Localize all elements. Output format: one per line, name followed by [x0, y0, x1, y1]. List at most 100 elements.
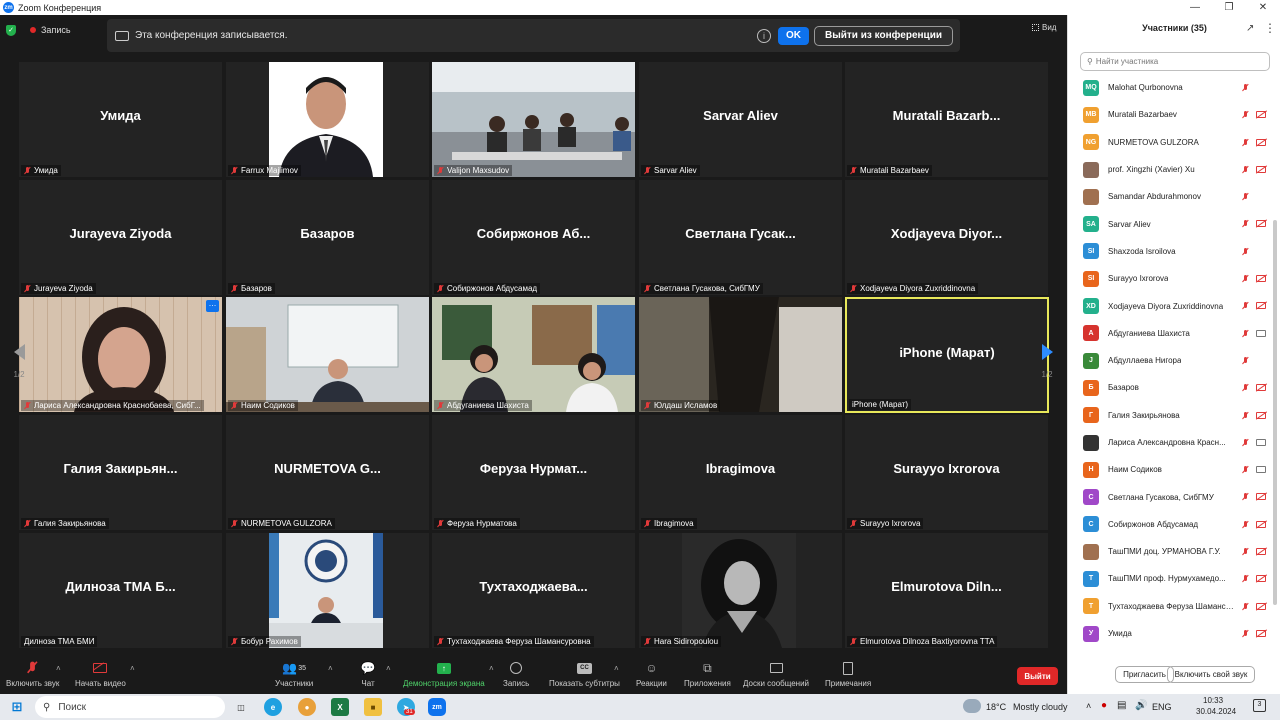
video-tile[interactable]: Дилноза ТМА Б... Дилноза ТМА БМИ	[19, 533, 222, 648]
video-tile[interactable]: Xodjayeva Diyor... Xodjayeva Diyora Zuxr…	[845, 180, 1048, 295]
video-tile-active-speaker[interactable]: iPhone (Марат) iPhone (Марат)	[845, 297, 1049, 413]
participant-row[interactable]: J Абдуллаева Нигора	[1068, 347, 1273, 374]
unmute-button[interactable]: Включить звук	[6, 660, 59, 694]
task-view-icon[interactable]: ◫	[232, 698, 250, 716]
ok-button[interactable]: OK	[778, 26, 809, 45]
participant-row[interactable]: Г Галия Закирьянова	[1068, 402, 1273, 429]
tray-chevron-icon[interactable]: ˄	[1086, 701, 1091, 711]
participant-row[interactable]: С Собиржонов Абдусамад	[1068, 511, 1273, 538]
edge-browser-icon[interactable]: e	[264, 698, 282, 716]
file-explorer-icon[interactable]: ■	[364, 698, 382, 716]
captions-caret-icon[interactable]: ˄	[614, 664, 619, 673]
video-tile[interactable]: Собиржонов Аб... Собиржонов Абдусамад	[432, 180, 635, 295]
video-tile[interactable]: Farrux Majlimov	[226, 62, 429, 177]
zoom-taskbar-icon[interactable]: zm	[428, 698, 446, 716]
participant-row[interactable]: SI Surayyo Ixrorova	[1068, 265, 1273, 292]
page-indicator-right: 1/2	[1041, 369, 1053, 379]
video-tile[interactable]: Muratali Bazarb... Muratali Bazarbaev	[845, 62, 1048, 177]
participants-caret-icon[interactable]: ˄	[328, 664, 333, 673]
network-icon[interactable]: ▤	[1117, 700, 1126, 711]
share-caret-icon[interactable]: ˄	[489, 664, 494, 673]
chat-button[interactable]: 💬 Чат	[360, 660, 376, 694]
participant-row[interactable]: Н Наим Содиков	[1068, 456, 1273, 483]
participant-row[interactable]: Т ТашПМИ проф. Нурмухамедо...	[1068, 565, 1273, 592]
language-indicator[interactable]: ENG	[1152, 702, 1172, 712]
video-tile[interactable]: Бобур Рахимов	[226, 533, 429, 648]
audio-options-caret-icon[interactable]: ˄	[56, 664, 61, 673]
participant-row[interactable]: MB Muratali Bazarbaev	[1068, 101, 1273, 128]
notifications-icon[interactable]: 3	[1253, 699, 1266, 712]
unmute-me-button[interactable]: Включить свой звук	[1167, 666, 1255, 683]
whiteboards-button[interactable]: Доски сообщений	[743, 660, 809, 694]
excel-icon[interactable]: X	[331, 698, 349, 716]
video-tile[interactable]: Hara Sidiropoulou	[639, 533, 842, 648]
pop-out-icon[interactable]: ↗	[1246, 23, 1254, 34]
leave-meeting-button[interactable]: Выйти	[1017, 667, 1058, 685]
participant-row[interactable]: Samandar Abdurahmonov	[1068, 183, 1273, 210]
video-tile[interactable]: Умида Умида	[19, 62, 222, 177]
reactions-button[interactable]: ☺ Реакции	[636, 660, 667, 694]
video-tile[interactable]: Ibragimova Ibragimova	[639, 415, 842, 530]
taskbar-search-box[interactable]: ⚲ Поиск	[35, 696, 225, 718]
apps-button[interactable]: ⧉ Приложения	[684, 660, 731, 694]
start-windows-icon[interactable]: ⊞	[8, 698, 26, 716]
zoom-logo-icon: zm	[3, 2, 14, 13]
video-tile[interactable]: Valijon Maxsudov	[432, 62, 635, 177]
tile-label-text: Базаров	[241, 284, 272, 293]
participant-row[interactable]: ТашПМИ доц. УРМАНОВА Г.У.	[1068, 538, 1273, 565]
participant-row[interactable]: С Светлана Гусакова, СибГМУ	[1068, 483, 1273, 510]
video-tile[interactable]: Sarvar Aliev Sarvar Aliev	[639, 62, 842, 177]
panel-scrollbar[interactable]	[1273, 220, 1277, 605]
video-tile[interactable]: NURMETOVA G... NURMETOVA GULZORA	[226, 415, 429, 530]
participant-row[interactable]: Т Тухтаходжаева Феруза Шамансур...	[1068, 593, 1273, 620]
video-tile[interactable]: Абдуганиева Шахиста	[432, 297, 635, 412]
participant-row[interactable]: А Абдуганиева Шахиста	[1068, 320, 1273, 347]
more-options-icon[interactable]: …	[206, 300, 219, 312]
info-icon[interactable]: i	[757, 28, 771, 43]
video-tile[interactable]: … Лариса Александровна Краснобаева, СибГ…	[19, 297, 222, 412]
next-page-button[interactable]: 1/2	[1036, 331, 1058, 391]
participant-row[interactable]: NG NURMETOVA GULZORA	[1068, 129, 1273, 156]
video-tile[interactable]: Феруза Нурмат... Феруза Нурматова	[432, 415, 635, 530]
participant-row[interactable]: Б Базаров	[1068, 374, 1273, 401]
previous-page-button[interactable]: 1/2	[8, 331, 30, 391]
volume-icon[interactable]: 🔊	[1135, 700, 1147, 711]
video-tile[interactable]: Светлана Гусак... Светлана Гусакова, Сиб…	[639, 180, 842, 295]
notes-button[interactable]: Примечания	[825, 660, 871, 694]
participant-row[interactable]: Лариса Александровна Красн...	[1068, 429, 1273, 456]
share-screen-button[interactable]: ↑ Демонстрация экрана	[403, 660, 485, 694]
video-tile[interactable]: Юлдаш Исламов	[639, 297, 842, 412]
participant-row[interactable]: SI Shaxzoda Isroilova	[1068, 238, 1273, 265]
video-tile[interactable]: Галия Закирьян... Галия Закирьянова	[19, 415, 222, 530]
video-tile[interactable]: Jurayeva Ziyoda Jurayeva Ziyoda	[19, 180, 222, 295]
chat-caret-icon[interactable]: ˄	[386, 664, 391, 673]
participant-search-input[interactable]: ⚲ Найти участника	[1080, 52, 1270, 71]
leave-meeting-banner-button[interactable]: Выйти из конференции	[814, 25, 953, 46]
close-icon[interactable]: ✕	[1246, 0, 1280, 15]
panel-more-icon[interactable]: ⋮	[1264, 21, 1276, 35]
participant-row[interactable]: У Умида	[1068, 620, 1273, 647]
participant-row[interactable]: MQ Malohat Qurbonovna	[1068, 74, 1273, 101]
video-options-caret-icon[interactable]: ˄	[130, 664, 135, 673]
video-tile[interactable]: Elmurotova Diln... Elmurotova Dilnoza Ba…	[845, 533, 1048, 648]
show-captions-button[interactable]: CC Показать субтитры	[549, 660, 620, 694]
tray-app-icon[interactable]: ●	[1101, 700, 1107, 711]
participant-row[interactable]: SA Sarvar Aliev	[1068, 210, 1273, 237]
video-tile[interactable]: Наим Содиков	[226, 297, 429, 412]
restore-icon[interactable]: ❐	[1212, 0, 1246, 15]
invite-button[interactable]: Пригласить	[1115, 666, 1174, 683]
view-button[interactable]: Вид	[1032, 23, 1056, 32]
video-tile[interactable]: Тухтаходжаева... Тухтаходжаева Феруза Ша…	[432, 533, 635, 648]
participant-row[interactable]: prof. Xingzhi (Xavier) Xu	[1068, 156, 1273, 183]
video-tile[interactable]: Surayyo Ixrorova Surayyo Ixrorova	[845, 415, 1048, 530]
clock-date[interactable]: 30.04.2024	[1196, 707, 1236, 716]
start-video-button[interactable]: Начать видео	[75, 660, 126, 694]
chrome-browser-icon[interactable]: ●	[298, 698, 316, 716]
record-button[interactable]: Запись	[503, 660, 529, 694]
video-tile[interactable]: Базаров Базаров	[226, 180, 429, 295]
minimize-icon[interactable]: —	[1178, 0, 1212, 15]
clock-time[interactable]: 10:33	[1203, 696, 1223, 705]
participant-row[interactable]: XD Xodjayeva Diyora Zuxriddinovna	[1068, 292, 1273, 319]
participants-button[interactable]: 👥 35 Участники	[275, 660, 313, 694]
security-shield-icon[interactable]: ✓	[6, 24, 16, 36]
